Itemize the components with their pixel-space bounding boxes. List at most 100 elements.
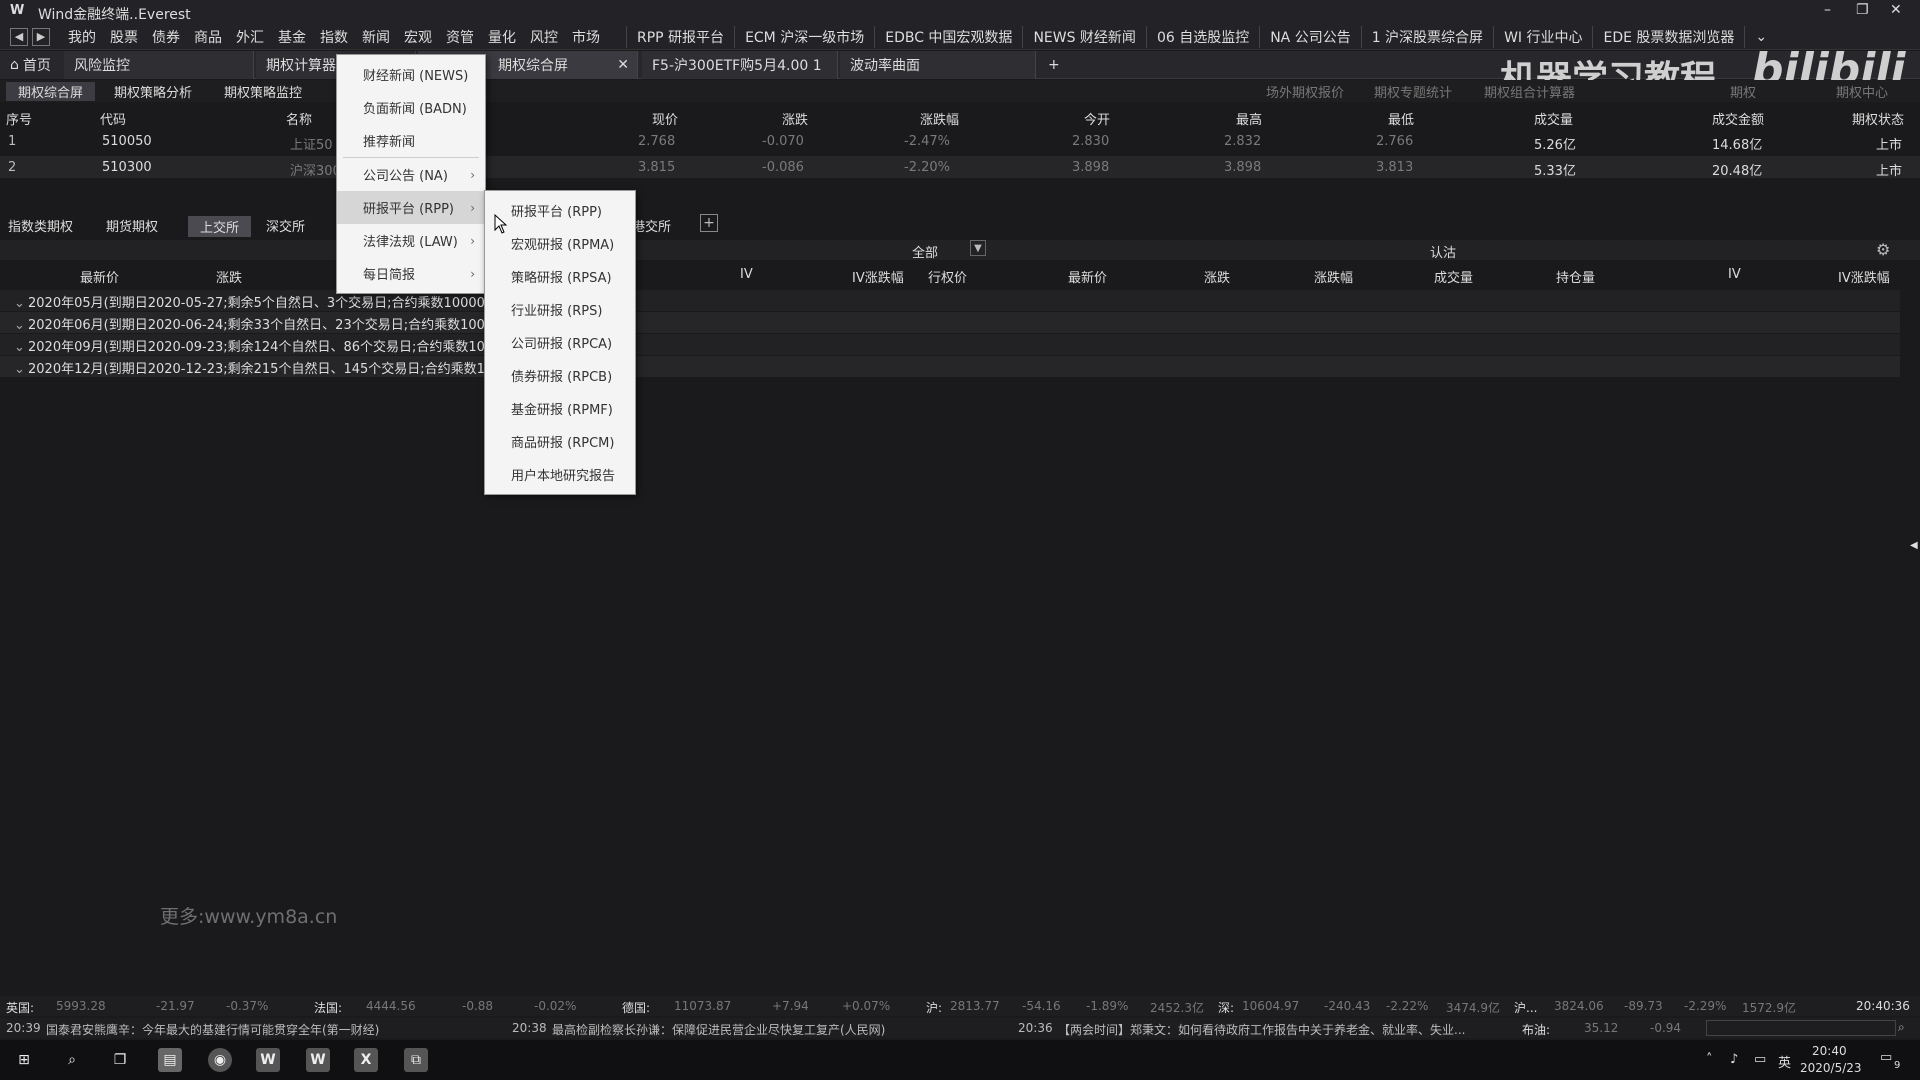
news-headline[interactable]: 【两会时间】郑秉文：如何看待政府工作报告中关于养老金、就业率、失业... [1058,1021,1504,1038]
collapse-panel-arrow-icon[interactable]: ◀ [1910,540,1918,551]
subtab-otc-quote[interactable]: 场外期权报价 [1266,82,1344,101]
quick-tab-na[interactable]: NA 公司公告 [1259,26,1361,48]
menu-item-na[interactable]: 公司公告 (NA) › [337,158,485,191]
col-header-volume[interactable]: 成交量 [1534,109,1573,128]
expiry-row-2020-05[interactable]: ⌄ 2020年05月(到期日2020-05-27;剩余5个自然日、3个交易日;合约… [14,292,484,311]
volume-icon[interactable]: ♪ [1730,1052,1738,1067]
menu-item-news[interactable]: 财经新闻 (NEWS) [337,58,485,91]
quick-tab-1[interactable]: 1 沪深股票综合屏 [1360,26,1493,48]
settings-gear-icon[interactable]: ⚙ [1876,240,1890,259]
tab-risk-monitor[interactable]: 风险监控 [64,51,254,79]
menu-macro[interactable]: 宏观 [404,27,432,47]
news-headline[interactable]: 国泰君安熊鹰辛：今年最大的基建行情可能贯穿全年(第一财经) [46,1021,379,1038]
browser-icon[interactable]: ◉ [208,1048,232,1072]
wind-app-icon[interactable]: W [256,1048,280,1072]
col-header-high[interactable]: 最高 [1236,109,1262,128]
submenu-item-rpcm[interactable]: 商品研报 (RPCM) [485,425,635,458]
quick-tab-ecm[interactable]: ECM 沪深一级市场 [734,26,874,48]
add-exchange-button[interactable]: + [700,214,718,232]
otab-hkex[interactable]: 港交所 [632,216,671,235]
subtab-portfolio-calc[interactable]: 期权组合计算器 [1484,82,1575,101]
otab-futures-options[interactable]: 期货期权 [106,216,158,235]
quick-tab-rpp[interactable]: RPP 研报平台 [626,26,734,48]
back-arrow-icon[interactable]: ◀ [10,27,28,46]
task-view-icon[interactable]: ❐ [108,1048,132,1072]
menu-market[interactable]: 市场 [572,27,600,47]
expiry-row-2020-12[interactable]: ⌄ 2020年12月(到期日2020-12-23;剩余215个自然日、145个交易… [14,358,484,377]
otab-sse[interactable]: 上交所 [188,216,252,237]
menu-commodity[interactable]: 商品 [194,27,222,47]
menu-news[interactable]: 新闻 [362,27,390,47]
col-header-code[interactable]: 代码 [100,109,126,128]
command-input[interactable] [1706,1020,1896,1036]
quick-tab-ede[interactable]: EDE 股票数据浏览器 [1592,26,1744,48]
submenu-item-rpsa[interactable]: 策略研报 (RPSA) [485,260,635,293]
col-header-turnover[interactable]: 成交金额 [1712,109,1764,128]
notification-icon[interactable]: ▭ [1880,1050,1892,1065]
restore-button[interactable]: ❐ [1856,2,1869,18]
col-header-index[interactable]: 序号 [6,109,32,128]
scope-select-value[interactable]: 全部 [912,242,938,261]
otab-index-options[interactable]: 指数类期权 [8,216,73,235]
menu-risk[interactable]: 风控 [530,27,558,47]
tab-vol-surface[interactable]: 波动率曲面 [840,51,1036,79]
news-headline[interactable]: 最高检副检察长孙谦：保障促进民营企业尽快复工复产(人民网) [552,1021,885,1038]
menu-item-recommended[interactable]: 推荐新闻 [337,124,485,157]
col-header-change-pct[interactable]: 涨跌幅 [920,109,959,128]
menu-asset-mgmt[interactable]: 资管 [446,27,474,47]
menu-bond[interactable]: 债券 [152,27,180,47]
menu-item-law[interactable]: 法律法规 (LAW) › [337,224,485,257]
col-header-open[interactable]: 今开 [1084,109,1110,128]
submenu-item-rpcb[interactable]: 债券研报 (RPCB) [485,359,635,392]
add-tab-button[interactable]: + [1038,51,1060,79]
col-header-low[interactable]: 最低 [1388,109,1414,128]
expand-chevron-icon[interactable]: ⌄ [14,340,28,355]
windows-start-icon[interactable]: ⊞ [12,1048,36,1072]
excel-app-icon[interactable]: X [354,1048,378,1072]
tab-option-quote[interactable]: F5-沪300ETF购5月4.00 1 [642,51,838,79]
subtab-option-center[interactable]: 期权中心 [1836,82,1888,101]
menu-fx[interactable]: 外汇 [236,27,264,47]
network-app-icon[interactable]: ⧉ [404,1048,428,1072]
quick-tab-news[interactable]: NEWS 财经新闻 [1022,26,1146,48]
col-header-change[interactable]: 涨跌 [782,109,808,128]
forward-arrow-icon[interactable]: ▶ [32,27,50,46]
menu-item-daily-brief[interactable]: 每日简报 › [337,257,485,290]
table-row[interactable] [0,156,1920,178]
search-icon[interactable]: ⌕ [60,1048,84,1072]
expiry-row-2020-06[interactable]: ⌄ 2020年06月(到期日2020-06-24;剩余33个自然日、23个交易日;… [14,314,484,333]
subtab-option-overview[interactable]: 期权综合屏 [6,82,96,101]
submenu-item-rpmf[interactable]: 基金研报 (RPMF) [485,392,635,425]
menu-stock[interactable]: 股票 [110,27,138,47]
col-header-name[interactable]: 名称 [286,109,312,128]
col-header-status[interactable]: 期权状态 [1852,109,1904,128]
minimize-button[interactable]: – [1824,2,1831,18]
tray-up-chevron-icon[interactable]: ˄ [1706,1052,1713,1067]
subtab-strategy-monitor[interactable]: 期权策略监控 [224,82,302,101]
menu-item-badn[interactable]: 负面新闻 (BADN) [337,91,485,124]
col-header-last[interactable]: 现价 [652,109,678,128]
expand-chevron-icon[interactable]: ⌄ [14,296,28,311]
close-button[interactable]: ✕ [1890,2,1902,18]
tab-home[interactable]: ⌂ 首页 [0,51,64,79]
menu-quant[interactable]: 量化 [488,27,516,47]
ime-indicator[interactable]: 英 [1778,1052,1791,1071]
file-explorer-icon[interactable]: ▤ [158,1048,182,1072]
submenu-item-local-reports[interactable]: 用户本地研究报告 [485,458,635,491]
subtab-option[interactable]: 期权 [1730,82,1756,101]
quick-tab-edbc[interactable]: EDBC 中国宏观数据 [874,26,1022,48]
scope-dropdown-chevron-icon[interactable]: ▼ [970,240,986,256]
taskbar-time[interactable]: 20:40 [1812,1044,1847,1058]
expiry-row-2020-09[interactable]: ⌄ 2020年09月(到期日2020-09-23;剩余124个自然日、86个交易日… [14,336,484,355]
close-tab-icon[interactable]: ✕ [617,57,629,73]
menu-index[interactable]: 指数 [320,27,348,47]
expand-chevron-icon[interactable]: ⌄ [14,318,28,333]
submenu-item-rpca[interactable]: 公司研报 (RPCA) [485,326,635,359]
menu-fund[interactable]: 基金 [278,27,306,47]
quick-tab-wi[interactable]: WI 行业中心 [1493,26,1592,48]
expand-chevron-icon[interactable]: ⌄ [14,362,28,377]
quick-tab-06[interactable]: 06 自选股监控 [1145,26,1259,48]
otab-szse[interactable]: 深交所 [266,216,305,235]
taskbar-date[interactable]: 2020/5/23 [1800,1061,1862,1075]
menu-item-rpp[interactable]: 研报平台 (RPP) › [337,191,485,224]
